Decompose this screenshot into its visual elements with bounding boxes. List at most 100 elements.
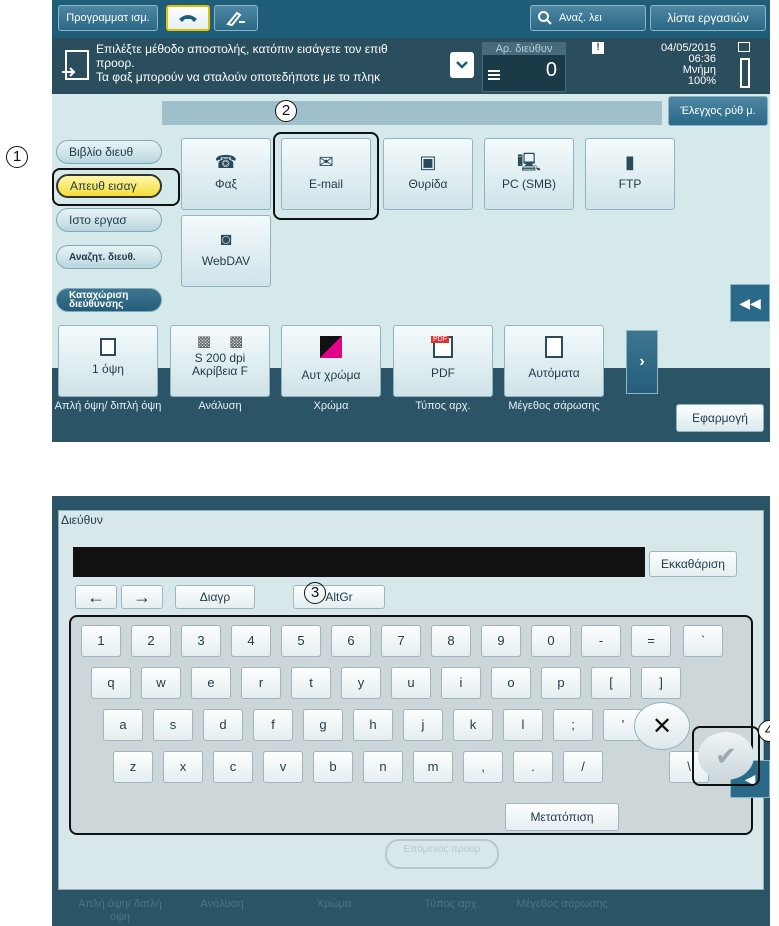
key-2-3[interactable]: f bbox=[253, 709, 293, 741]
key-1-7[interactable]: i bbox=[441, 667, 481, 699]
key-0-7[interactable]: 8 bbox=[431, 625, 471, 657]
key-3-9[interactable]: / bbox=[563, 751, 603, 783]
setting-color[interactable]: Αυτ χρώμα bbox=[281, 325, 381, 397]
clear-button[interactable]: Εκκαθάριση bbox=[649, 551, 737, 577]
job-list-button[interactable]: λίστα εργασιών bbox=[650, 5, 766, 31]
setting-color-value: Αυτ χρώμα bbox=[301, 368, 361, 382]
cursor-right-button[interactable]: → bbox=[121, 585, 163, 609]
key-0-0[interactable]: 1 bbox=[81, 625, 121, 657]
setting-color-label: Χρώμα bbox=[313, 400, 349, 412]
shift-button[interactable]: Μετατόπιση bbox=[505, 803, 619, 831]
settings-next-button[interactable]: › bbox=[626, 330, 658, 394]
key-1-2[interactable]: e bbox=[191, 667, 231, 699]
key-3-8[interactable]: . bbox=[513, 751, 553, 783]
setting-duplex[interactable]: 1 όψη bbox=[58, 325, 158, 397]
memory-gauge-icon bbox=[740, 58, 750, 88]
setting-scan-size[interactable]: Αυτόματα bbox=[504, 325, 604, 397]
key-0-5[interactable]: 6 bbox=[331, 625, 371, 657]
key-1-4[interactable]: t bbox=[291, 667, 331, 699]
key-1-5[interactable]: y bbox=[341, 667, 381, 699]
key-3-3[interactable]: v bbox=[263, 751, 303, 783]
address-input[interactable] bbox=[73, 547, 645, 577]
key-3-1[interactable]: x bbox=[163, 751, 203, 783]
key-0-1[interactable]: 2 bbox=[131, 625, 171, 657]
box-icon: ▣ bbox=[419, 152, 437, 172]
key-2-0[interactable]: a bbox=[103, 709, 143, 741]
page-icon bbox=[545, 336, 563, 358]
webdav-icon: ◙ bbox=[220, 229, 232, 249]
list-icon bbox=[488, 70, 500, 80]
key-0-10[interactable]: - bbox=[581, 625, 621, 657]
key-2-7[interactable]: k bbox=[453, 709, 493, 741]
apply-button[interactable]: Εφαρμογή bbox=[676, 404, 764, 432]
setting-resolution[interactable]: ▩▩ S 200 dpi Ακρίβεια F bbox=[170, 325, 270, 397]
message-line-3: Τα φαξ μπορούν να σταλούν οποτεδήποτε με… bbox=[96, 70, 381, 84]
pen-button[interactable] bbox=[214, 5, 258, 31]
sidebar-address-search[interactable]: Αναζητ. διευθ. bbox=[56, 245, 162, 269]
key-0-8[interactable]: 9 bbox=[481, 625, 521, 657]
search-button[interactable]: Αναζ. λει bbox=[530, 5, 646, 31]
destination-webdav[interactable]: ◙ WebDAV bbox=[181, 215, 271, 287]
key-1-9[interactable]: p bbox=[541, 667, 581, 699]
destination-ftp[interactable]: ▮ FTP bbox=[585, 138, 675, 210]
cancel-button[interactable]: ✕ bbox=[634, 702, 690, 750]
key-1-6[interactable]: u bbox=[391, 667, 431, 699]
key-0-9[interactable]: 0 bbox=[531, 625, 571, 657]
bg-label-file-type: Τύπος αρχ. bbox=[424, 898, 480, 910]
search-label: Αναζ. λει bbox=[559, 12, 602, 24]
key-0-4[interactable]: 5 bbox=[281, 625, 321, 657]
key-2-9[interactable]: ; bbox=[553, 709, 593, 741]
key-0-2[interactable]: 3 bbox=[181, 625, 221, 657]
key-1-10[interactable]: [ bbox=[591, 667, 631, 699]
ftp-server-icon: ▮ bbox=[625, 152, 635, 172]
key-2-2[interactable]: d bbox=[203, 709, 243, 741]
phone-hook-button[interactable] bbox=[166, 5, 210, 31]
key-1-3[interactable]: r bbox=[241, 667, 281, 699]
key-2-6[interactable]: j bbox=[403, 709, 443, 741]
key-0-6[interactable]: 7 bbox=[381, 625, 421, 657]
key-3-7[interactable]: , bbox=[463, 751, 503, 783]
key-0-12[interactable]: ` bbox=[683, 625, 723, 657]
key-1-1[interactable]: w bbox=[141, 667, 181, 699]
key-1-0[interactable]: q bbox=[91, 667, 131, 699]
key-3-6[interactable]: m bbox=[413, 751, 453, 783]
cursor-left-button[interactable]: ← bbox=[75, 585, 117, 609]
destination-ftp-label: FTP bbox=[618, 177, 642, 191]
programming-button[interactable]: Προγραμματ ισμ. bbox=[58, 5, 158, 31]
check-settings-button[interactable]: Έλεγχος ρύθ μ. bbox=[668, 96, 768, 126]
key-0-3[interactable]: 4 bbox=[231, 625, 271, 657]
collapse-panel-button[interactable]: ◀◀ bbox=[730, 284, 770, 322]
computer-icon: 🖳 bbox=[516, 152, 541, 172]
message-bar: Επιλέξτε μέθοδο αποστολής, κατόπιν εισάγ… bbox=[52, 38, 770, 94]
key-3-2[interactable]: c bbox=[213, 751, 253, 783]
sidebar-job-history[interactable]: Ιστο εργασ bbox=[56, 208, 162, 232]
destination-display-bar bbox=[162, 101, 662, 125]
key-3-0[interactable]: z bbox=[113, 751, 153, 783]
expand-message-button[interactable] bbox=[450, 52, 474, 78]
key-1-11[interactable]: ] bbox=[641, 667, 681, 699]
key-3-4[interactable]: b bbox=[313, 751, 353, 783]
key-2-4[interactable]: g bbox=[303, 709, 343, 741]
key-2-5[interactable]: h bbox=[353, 709, 393, 741]
key-2-8[interactable]: l bbox=[503, 709, 543, 741]
setting-file-type[interactable]: PDF PDF bbox=[393, 325, 493, 397]
callout-ring-4 bbox=[692, 726, 760, 786]
dialog-title: Διεύθυν bbox=[61, 513, 103, 527]
key-2-1[interactable]: s bbox=[153, 709, 193, 741]
search-icon bbox=[538, 11, 552, 25]
bg-label-color: Χρώμα bbox=[316, 898, 352, 910]
delete-button[interactable]: Διαγρ bbox=[175, 585, 255, 609]
sidebar-register-address[interactable]: Καταχώριση διεύθυνσης bbox=[56, 288, 162, 312]
key-3-5[interactable]: n bbox=[363, 751, 403, 783]
setting-file-type-label: Τύπος αρχ. bbox=[415, 400, 471, 412]
destination-box[interactable]: ▣ Θυρίδα bbox=[383, 138, 473, 210]
key-1-8[interactable]: o bbox=[491, 667, 531, 699]
callout-ring-1 bbox=[52, 168, 180, 206]
destination-fax[interactable]: ☎ Φαξ bbox=[181, 138, 271, 210]
sidebar-address-book[interactable]: Βιβλίο διευθ bbox=[56, 140, 162, 164]
setting-duplex-label: Απλή όψη/ διπλή όψη bbox=[54, 400, 162, 412]
destination-pc-smb[interactable]: 🖳 PC (SMB) bbox=[484, 138, 574, 210]
callout-3: 3 bbox=[304, 582, 326, 604]
key-0-11[interactable]: = bbox=[631, 625, 671, 657]
message-line-1: Επιλέξτε μέθοδο αποστολής, κατόπιν εισάγ… bbox=[96, 42, 388, 56]
